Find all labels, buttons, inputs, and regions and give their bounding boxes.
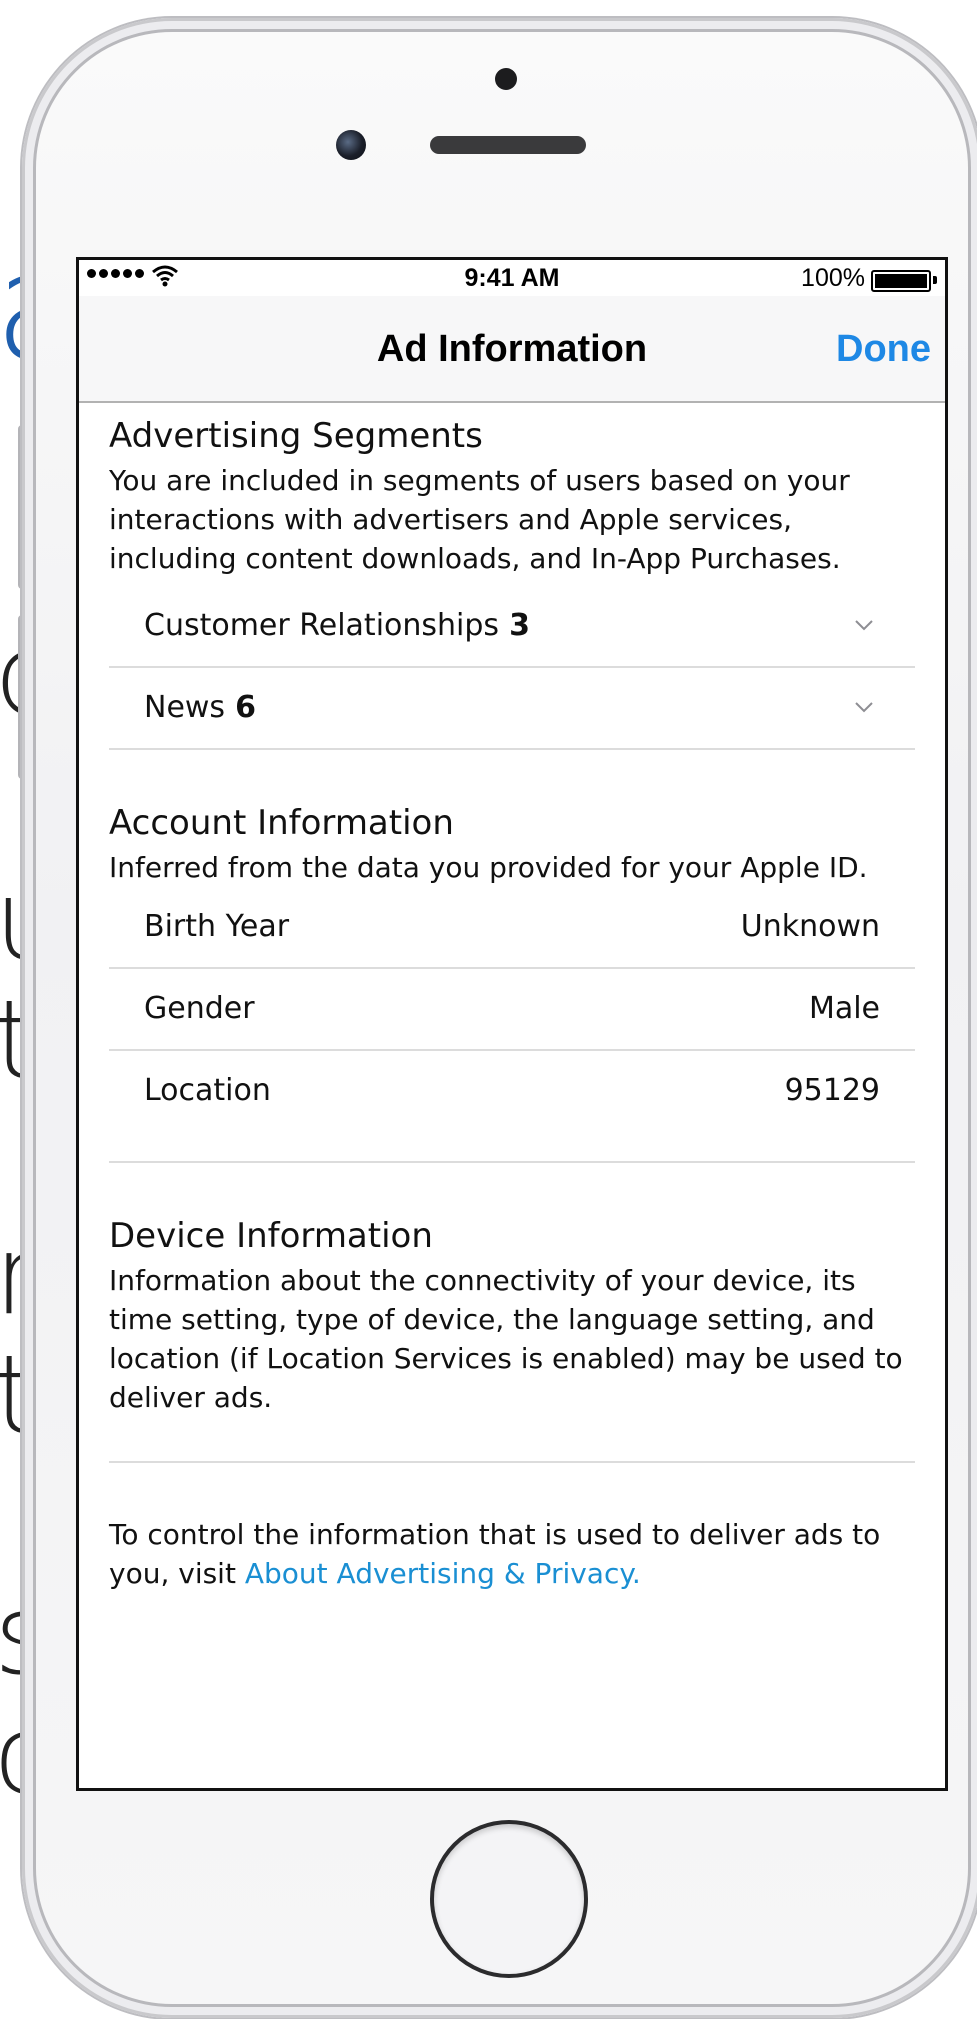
battery-tip xyxy=(933,276,937,284)
account-information-section: Account Information Inferred from the da… xyxy=(109,800,915,1163)
chevron-down-icon[interactable] xyxy=(853,696,875,718)
account-information-description: Inferred from the data you provided for … xyxy=(109,851,868,884)
device-information-title: Device Information xyxy=(109,1216,433,1256)
earpiece-speaker xyxy=(430,136,586,154)
account-row-gender: Gender Male xyxy=(109,969,915,1051)
account-row-label: Gender xyxy=(144,991,255,1026)
phone-screen: 9:41 AM 100% Ad Information Done Adverti… xyxy=(76,257,948,1791)
segment-count: 6 xyxy=(235,690,256,725)
segment-row-customer-relationships[interactable]: Customer Relationships 3 xyxy=(109,586,915,668)
account-row-value: Unknown xyxy=(740,909,880,944)
status-bar: 9:41 AM 100% xyxy=(79,260,945,296)
account-row-label: Birth Year xyxy=(144,909,290,944)
advertising-segments-section: Advertising Segments You are included in… xyxy=(109,413,915,750)
account-information-title: Account Information xyxy=(109,803,454,843)
battery-icon xyxy=(871,270,931,292)
proximity-sensor xyxy=(495,68,517,90)
ad-info-content: Advertising Segments You are included in… xyxy=(109,413,915,1593)
navigation-bar: Ad Information Done xyxy=(79,296,945,403)
advertising-segments-description: You are included in segments of users ba… xyxy=(109,464,850,575)
account-row-value: Male xyxy=(808,991,880,1026)
footer-text: To control the information that is used … xyxy=(109,1518,881,1590)
account-row-value: 95129 xyxy=(784,1073,880,1108)
advertising-segments-title: Advertising Segments xyxy=(109,416,483,456)
account-row-label: Location xyxy=(144,1073,271,1108)
about-advertising-privacy-link[interactable]: About Advertising & Privacy. xyxy=(245,1557,641,1590)
page-title: Ad Information xyxy=(376,328,648,370)
account-row-birth-year: Birth Year Unknown xyxy=(109,887,915,969)
segment-count: 3 xyxy=(509,608,530,643)
device-information-description: Information about the connectivity of yo… xyxy=(109,1264,903,1414)
account-row-location: Location 95129 xyxy=(109,1051,915,1131)
battery-percentage: 100% xyxy=(801,264,865,292)
done-button[interactable]: Done xyxy=(836,328,931,371)
home-button[interactable] xyxy=(430,1820,588,1978)
chevron-down-icon[interactable] xyxy=(853,614,875,636)
front-camera xyxy=(336,130,366,160)
segment-label: News 6 xyxy=(144,690,256,725)
segment-label: Customer Relationships 3 xyxy=(144,608,530,643)
segment-row-news[interactable]: News 6 xyxy=(109,668,915,750)
device-information-section: Device Information Information about the… xyxy=(109,1213,915,1463)
